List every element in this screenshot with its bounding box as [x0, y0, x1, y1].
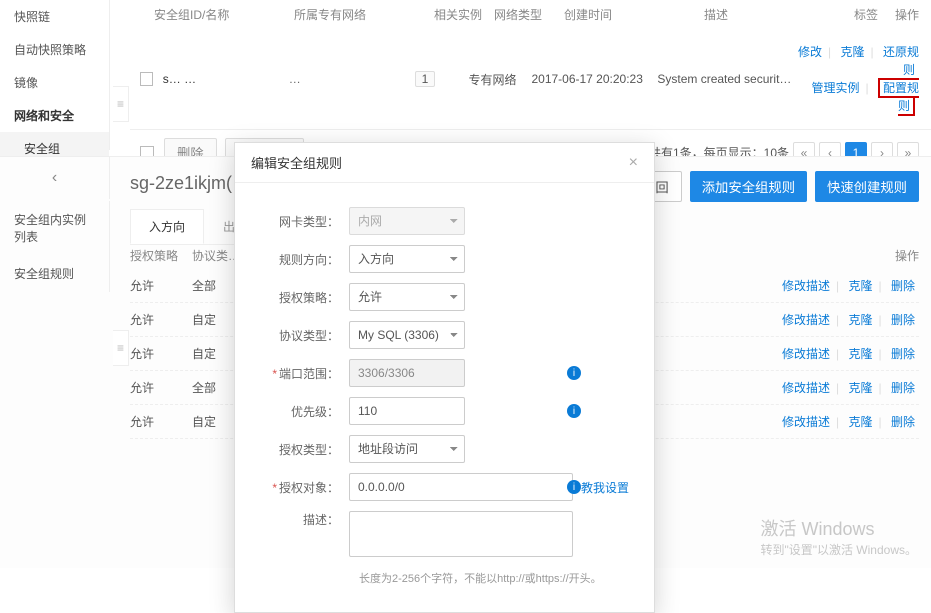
- rh-auth: 授权策略: [130, 247, 192, 264]
- rule-allow: 允许: [130, 311, 192, 328]
- teach-me-link[interactable]: 教我设置: [581, 479, 629, 496]
- info-icon[interactable]: i: [567, 404, 581, 418]
- detail-sidebar: 安全组内实例列表 安全组规则: [0, 201, 110, 292]
- cell-instances: 1: [415, 71, 469, 87]
- watermark-line1: 激活 Windows: [760, 515, 917, 541]
- quick-create-rule-button[interactable]: 快速创建规则: [815, 171, 919, 202]
- label-port: *端口范围：: [259, 365, 349, 382]
- th-id: 安全组ID/名称: [154, 6, 294, 23]
- rh-ops: 操作: [895, 247, 919, 264]
- auth-type-select[interactable]: 地址段访问: [349, 435, 465, 463]
- windows-activation-watermark: 激活 Windows 转到"设置"以激活 Windows。: [760, 515, 917, 558]
- cell-nettype: 专有网络: [469, 71, 532, 88]
- row-checkbox[interactable]: [140, 72, 153, 86]
- watermark-line2: 转到"设置"以激活 Windows。: [760, 541, 917, 558]
- detail-side-rules[interactable]: 安全组规则: [0, 255, 109, 292]
- label-description: 描述：: [259, 511, 349, 528]
- sidebar-item-network-security[interactable]: 网络和安全: [0, 99, 109, 132]
- priority-input[interactable]: [349, 397, 465, 425]
- label-policy: 授权策略：: [259, 289, 349, 306]
- action-clone[interactable]: 克隆: [841, 45, 865, 59]
- info-icon[interactable]: i: [567, 480, 581, 494]
- rule-clone[interactable]: 克隆: [849, 279, 873, 293]
- rule-allow: 允许: [130, 413, 192, 430]
- label-priority: 优先级：: [259, 403, 349, 420]
- direction-select[interactable]: 入方向: [349, 245, 465, 273]
- action-modify[interactable]: 修改: [798, 45, 822, 59]
- cell-time: 2017-06-17 20:20:23: [531, 72, 657, 86]
- description-hint: 长度为2-256个字符，不能以http://或https://开头。: [359, 570, 630, 586]
- policy-select[interactable]: 允许: [349, 283, 465, 311]
- th-desc: 描述: [704, 6, 854, 23]
- nic-type-select: 内网: [349, 207, 465, 235]
- rule-modify-desc[interactable]: 修改描述: [782, 347, 830, 361]
- cell-network: …: [289, 72, 415, 86]
- action-configure-rules[interactable]: 配置规则: [878, 78, 919, 116]
- sidebar-item-image[interactable]: 镜像: [0, 66, 109, 99]
- protocol-select[interactable]: My SQL (3306): [349, 321, 465, 349]
- left-sidebar: 快照链 自动快照策略 镜像 网络和安全 安全组: [0, 0, 110, 150]
- rule-allow: 允许: [130, 277, 192, 294]
- th-net: 所属专有网络: [294, 6, 434, 23]
- sidebar-item-auto-snapshot[interactable]: 自动快照策略: [0, 33, 109, 66]
- action-manage-instances[interactable]: 管理实例: [812, 81, 860, 95]
- cell-name[interactable]: s… …: [163, 72, 289, 86]
- info-icon[interactable]: i: [567, 366, 581, 380]
- close-icon[interactable]: ×: [629, 154, 638, 172]
- th-ops: 操作: [895, 6, 931, 23]
- action-restore-rules[interactable]: 还原规则: [883, 45, 919, 77]
- th-ntype: 网络类型: [494, 6, 564, 23]
- port-range-input: [349, 359, 465, 387]
- rule-modify-desc[interactable]: 修改描述: [782, 313, 830, 327]
- description-textarea[interactable]: [349, 511, 573, 557]
- auth-object-input[interactable]: [349, 473, 573, 501]
- label-auth-type: 授权类型：: [259, 441, 349, 458]
- rule-modify-desc[interactable]: 修改描述: [782, 415, 830, 429]
- rule-delete[interactable]: 删除: [891, 347, 915, 361]
- modal-title: 编辑安全组规则: [251, 153, 342, 172]
- rule-modify-desc[interactable]: 修改描述: [782, 381, 830, 395]
- detail-side-instances[interactable]: 安全组内实例列表: [0, 201, 109, 255]
- th-time: 创建时间: [564, 6, 704, 23]
- rule-delete[interactable]: 删除: [891, 381, 915, 395]
- rule-clone[interactable]: 克隆: [849, 347, 873, 361]
- table-row: s… … … 1 专有网络 2017-06-17 20:20:23 System…: [130, 29, 931, 130]
- edit-rule-modal: 编辑安全组规则 × 网卡类型： 内网 规则方向： 入方向 授权策略： 允许 协议…: [234, 142, 655, 613]
- sidebar-collapse-toggle[interactable]: ≡: [113, 86, 129, 122]
- th-tag: 标签: [854, 6, 894, 23]
- tab-inbound[interactable]: 入方向: [130, 209, 204, 244]
- th-inst: 相关实例: [434, 6, 494, 23]
- label-protocol: 协议类型：: [259, 327, 349, 344]
- label-direction: 规则方向：: [259, 251, 349, 268]
- detail-sidebar-toggle[interactable]: ≡: [113, 330, 129, 366]
- rule-delete[interactable]: 删除: [891, 279, 915, 293]
- rule-allow: 允许: [130, 379, 192, 396]
- security-group-title: sg-2ze1ikjm(: [130, 173, 232, 194]
- rule-clone[interactable]: 克隆: [849, 313, 873, 327]
- rule-modify-desc[interactable]: 修改描述: [782, 279, 830, 293]
- label-auth-object: *授权对象：: [259, 479, 349, 496]
- cell-desc: System created securit…: [657, 72, 792, 86]
- rule-clone[interactable]: 克隆: [849, 381, 873, 395]
- add-rule-button[interactable]: 添加安全组规则: [690, 171, 807, 202]
- table-header: 安全组ID/名称 所属专有网络 相关实例 网络类型 创建时间 描述 标签 操作: [130, 0, 931, 29]
- back-button[interactable]: ‹: [0, 157, 110, 199]
- row-actions: 修改| 克隆| 还原规则 管理实例| 配置规则: [792, 43, 931, 115]
- rule-delete[interactable]: 删除: [891, 415, 915, 429]
- label-nic: 网卡类型：: [259, 213, 349, 230]
- rule-clone[interactable]: 克隆: [849, 415, 873, 429]
- rule-delete[interactable]: 删除: [891, 313, 915, 327]
- instance-count-badge[interactable]: 1: [415, 71, 436, 87]
- rule-allow: 允许: [130, 345, 192, 362]
- sidebar-item-snapshot-chain[interactable]: 快照链: [0, 0, 109, 33]
